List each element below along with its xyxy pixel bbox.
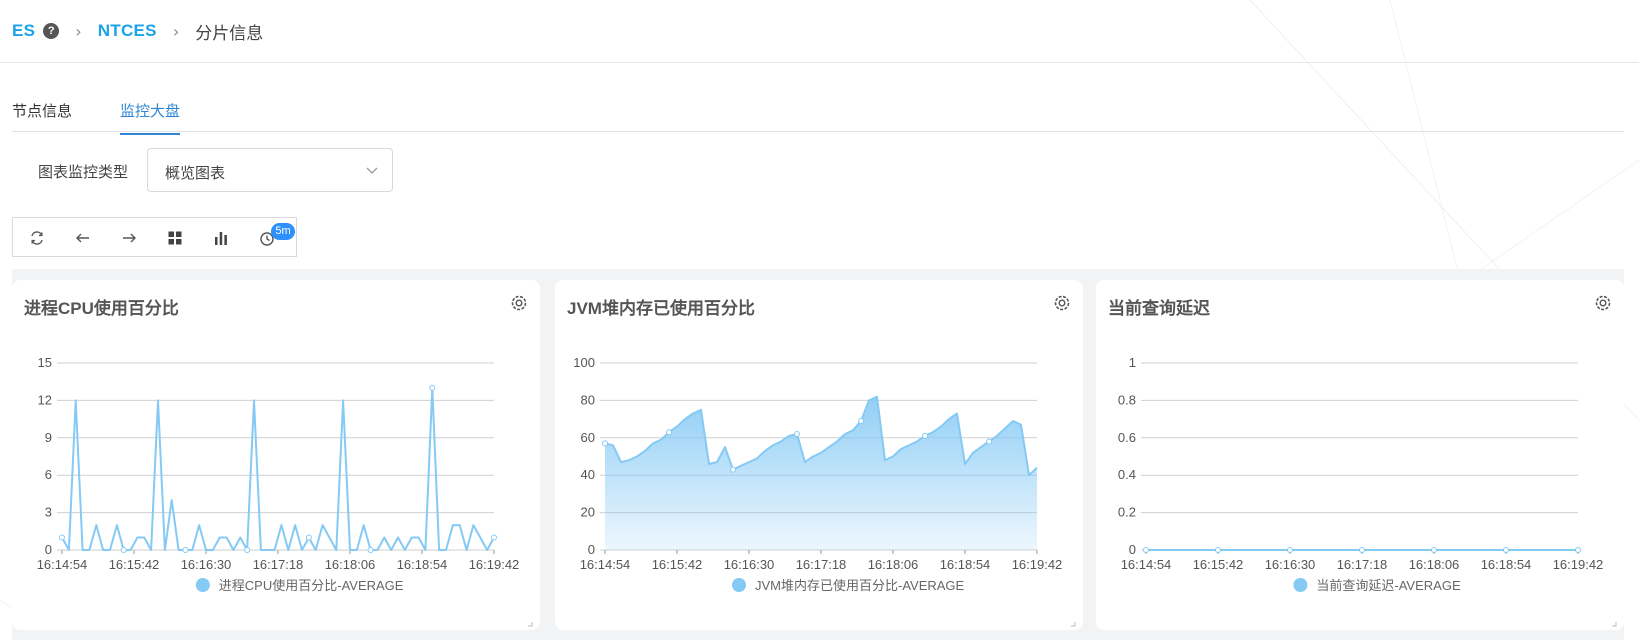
tab-node-info[interactable]: 节点信息 xyxy=(12,100,72,133)
x-tick-label: 16:19:42 xyxy=(1012,557,1063,572)
x-tick-label: 16:18:06 xyxy=(325,557,376,572)
x-tick-label: 16:18:54 xyxy=(940,557,991,572)
x-tick-label: 16:18:06 xyxy=(868,557,919,572)
y-tick-label: 20 xyxy=(581,505,595,520)
grid-view-icon[interactable] xyxy=(165,228,185,248)
chevron-right-icon: › xyxy=(75,21,82,41)
data-point xyxy=(922,432,928,439)
legend-marker xyxy=(732,578,746,592)
chart-type-value: 概览图表 xyxy=(165,165,226,182)
y-tick-label: 0 xyxy=(1129,542,1136,557)
x-tick-label: 16:18:54 xyxy=(1481,557,1532,572)
y-tick-label: 6 xyxy=(45,467,52,482)
y-tick-label: 100 xyxy=(573,355,595,370)
legend-label: JVM堆内存已使用百分比-AVERAGE xyxy=(755,578,965,593)
data-point xyxy=(1431,547,1437,553)
x-tick-label: 16:16:30 xyxy=(724,557,775,572)
y-tick-label: 0.2 xyxy=(1118,505,1136,520)
x-tick-label: 16:14:54 xyxy=(580,557,631,572)
data-point xyxy=(666,429,672,436)
series-area xyxy=(605,396,1037,550)
data-point xyxy=(1575,547,1581,553)
time-range-badge: 5m xyxy=(271,223,295,240)
x-tick-label: 16:17:18 xyxy=(796,557,847,572)
x-tick-label: 16:14:54 xyxy=(1121,557,1172,572)
y-tick-label: 12 xyxy=(38,392,52,407)
data-point xyxy=(986,438,992,445)
x-tick-label: 16:18:54 xyxy=(397,557,448,572)
resize-handle xyxy=(528,622,533,627)
data-point xyxy=(491,534,497,541)
help-icon[interactable]: ? xyxy=(43,23,60,39)
data-point xyxy=(794,431,800,438)
x-tick-label: 16:15:42 xyxy=(109,557,160,572)
y-tick-label: 9 xyxy=(45,430,52,445)
arrow-left-icon[interactable] xyxy=(73,228,93,248)
data-point xyxy=(305,534,312,541)
y-tick-label: 0.4 xyxy=(1118,467,1136,482)
chart-card-query-latency: 当前查询延迟 0 0.2 0.4 0.6 0.8 1 16:14:54 16:15:42 16:… xyxy=(1096,280,1624,630)
y-tick-label: 0.8 xyxy=(1118,392,1136,407)
chevron-right-icon: › xyxy=(172,21,180,41)
chart-type-label: 图表监控类型 xyxy=(38,164,129,181)
y-tick-label: 1 xyxy=(1129,355,1136,370)
arrow-right-icon[interactable] xyxy=(119,228,139,248)
x-tick-label: 16:17:18 xyxy=(1337,557,1388,572)
y-tick-label: 60 xyxy=(581,430,595,445)
x-tick-label: 16:16:30 xyxy=(1265,557,1316,572)
data-point xyxy=(730,466,736,473)
x-tick-label: 16:15:42 xyxy=(652,557,703,572)
data-point xyxy=(59,534,65,541)
data-point xyxy=(1503,547,1509,553)
tab-monitor-dashboard[interactable]: 监控大盘 xyxy=(120,100,181,135)
data-point xyxy=(1359,547,1365,553)
y-tick-label: 0 xyxy=(588,542,595,557)
y-tick-label: 15 xyxy=(38,355,52,370)
breadcrumb-root[interactable]: ES xyxy=(12,21,35,41)
data-point xyxy=(1143,547,1149,553)
breadcrumb: ES ? › NTCES › 分片信息 xyxy=(0,0,1639,63)
x-tick-label: 16:17:18 xyxy=(253,557,304,572)
jvm-chart: 0 20 40 60 80 100 16:14:54 16:15:42 16:16:30 16:1… xyxy=(573,355,1076,627)
cpu-chart: 0 3 6 9 12 15 16:14:54 16:15:42 16:16:30 16:17:18… xyxy=(37,355,533,627)
query-latency-chart: 0 0.2 0.4 0.6 0.8 1 16:14:54 16:15:42 16:16:30 16… xyxy=(1118,355,1617,627)
breadcrumb-current: 分片信息 xyxy=(195,23,264,43)
data-point xyxy=(429,384,436,391)
x-tick-label: 16:15:42 xyxy=(1193,557,1244,572)
x-tick-label: 16:16:30 xyxy=(181,557,232,572)
x-tick-label: 16:19:42 xyxy=(1553,557,1604,572)
legend-label: 当前查询延迟-AVERAGE xyxy=(1316,578,1461,593)
data-point xyxy=(367,547,374,553)
chart-card-jvm: JVM堆内存已使用百分比 0 20 40 60 80 100 16:14:54 16:15:4… xyxy=(555,280,1083,630)
legend-label: 进程CPU使用百分比-AVERAGE xyxy=(219,578,404,593)
tab-bar: 节点信息 监控大盘 xyxy=(12,94,1624,135)
data-point xyxy=(1287,547,1293,553)
y-tick-label: 80 xyxy=(581,392,595,407)
legend-marker xyxy=(195,578,210,592)
data-point xyxy=(1215,547,1221,553)
data-point xyxy=(120,547,127,553)
resize-handle xyxy=(1071,622,1076,627)
bar-chart-icon[interactable] xyxy=(211,228,231,248)
chart-card-cpu: 进程CPU使用百分比 0 3 6 9 12 15 16:14:54 16:15:42 16:16… xyxy=(12,280,540,630)
series-line xyxy=(61,386,495,551)
y-tick-label: 3 xyxy=(45,505,52,520)
legend-marker xyxy=(1293,578,1308,592)
resize-handle xyxy=(1612,622,1617,627)
data-point xyxy=(244,547,251,553)
data-point xyxy=(602,440,608,447)
chevron-down-icon xyxy=(366,167,378,174)
breadcrumb-cluster[interactable]: NTCES xyxy=(98,21,157,41)
data-point xyxy=(858,417,864,424)
x-tick-label: 16:14:54 xyxy=(37,557,88,572)
chart-toolbar xyxy=(12,217,297,257)
refresh-icon[interactable] xyxy=(27,228,47,248)
y-tick-label: 0 xyxy=(45,542,52,557)
y-tick-label: 40 xyxy=(581,467,595,482)
data-point xyxy=(182,547,189,553)
x-tick-label: 16:18:06 xyxy=(1409,557,1460,572)
y-tick-label: 0.6 xyxy=(1118,430,1136,445)
chart-type-select[interactable]: 概览图表 xyxy=(147,148,393,192)
x-tick-label: 16:19:42 xyxy=(469,557,520,572)
